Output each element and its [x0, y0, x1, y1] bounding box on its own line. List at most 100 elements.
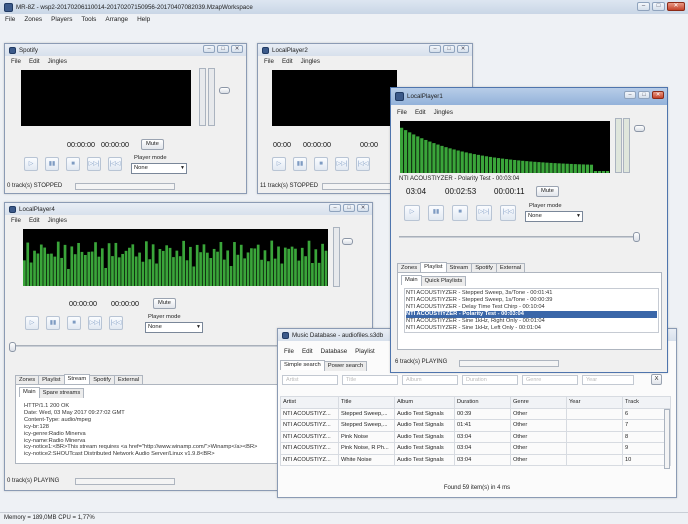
progress-bar[interactable]: [459, 360, 559, 367]
filter-title[interactable]: Title: [342, 375, 398, 385]
pause-button[interactable]: ▮▮: [45, 157, 59, 171]
stop-button[interactable]: ■: [67, 316, 81, 330]
tab-power-search[interactable]: Power search: [323, 361, 368, 371]
minimize-button[interactable]: –: [624, 91, 636, 99]
playlist-item[interactable]: NTI ACOUSTIYZER - Sine 1kHz, Left Only -…: [406, 325, 657, 332]
menu-file[interactable]: File: [264, 58, 274, 65]
table-row[interactable]: NTI ACOUSTIYZ... Pink Noise, R Ph... Audio…: [280, 442, 671, 455]
clear-filters-button[interactable]: X: [651, 374, 662, 385]
close-button[interactable]: ✕: [667, 2, 685, 11]
menu-help[interactable]: Help: [137, 16, 150, 23]
balance-slider[interactable]: [208, 68, 215, 126]
filter-artist[interactable]: Artist: [282, 375, 338, 385]
progress-bar[interactable]: [75, 183, 175, 190]
next-button[interactable]: ▷▷|: [335, 157, 349, 171]
subtab-quick-playlists[interactable]: Quick Playlists: [420, 276, 467, 286]
table-row[interactable]: NTI ACOUSTIYZ... Stepped Sweep,... Audio T…: [280, 407, 671, 420]
menu-jingles[interactable]: Jingles: [48, 58, 67, 65]
prev-button[interactable]: |◁◁: [356, 157, 370, 171]
maximize-button[interactable]: □: [343, 204, 355, 212]
minimize-button[interactable]: –: [329, 204, 341, 212]
table-scrollbar[interactable]: [664, 409, 670, 469]
table-row[interactable]: NTI ACOUSTIYZ... White Noise Audio Test Si…: [280, 453, 671, 466]
minimize-button[interactable]: –: [637, 2, 650, 11]
table-row[interactable]: NTI ACOUSTIYZ... Stepped Sweep,... Audio T…: [280, 419, 671, 432]
seek-knob[interactable]: [9, 342, 16, 352]
stop-button[interactable]: ■: [66, 157, 80, 171]
filter-year[interactable]: Year: [582, 375, 634, 385]
menu-edit[interactable]: Edit: [29, 217, 40, 224]
player-mode-select[interactable]: None ▼: [131, 163, 187, 174]
play-button[interactable]: ▷: [24, 157, 38, 171]
stop-button[interactable]: ■: [452, 205, 468, 221]
pause-button[interactable]: ▮▮: [428, 205, 444, 221]
progress-bar[interactable]: [322, 183, 392, 190]
col-title[interactable]: Title: [338, 396, 395, 409]
tab-simple-search[interactable]: Simple search: [280, 360, 325, 370]
volume-slider[interactable]: [199, 68, 206, 126]
tab-stream[interactable]: Stream: [63, 374, 91, 384]
playlist-item[interactable]: NTI ACOUSTIYZER - Stepped Sweep, 1s/Tone…: [406, 297, 657, 304]
seek-knob[interactable]: [633, 232, 640, 242]
prev-button[interactable]: |◁◁: [108, 157, 122, 171]
maximize-button[interactable]: □: [217, 45, 229, 53]
table-row[interactable]: NTI ACOUSTIYZ... Pink Noise Audio Test Sig…: [280, 430, 671, 443]
menu-database[interactable]: Database: [321, 348, 348, 355]
close-button[interactable]: ✕: [357, 204, 369, 212]
stop-button[interactable]: ■: [314, 157, 328, 171]
next-button[interactable]: ▷▷|: [88, 316, 102, 330]
play-button[interactable]: ▷: [404, 205, 420, 221]
menu-file[interactable]: File: [397, 109, 407, 116]
subtab-main[interactable]: Main: [19, 387, 40, 397]
col-year[interactable]: Year: [566, 396, 623, 409]
minimize-button[interactable]: –: [429, 45, 441, 53]
menu-jingles[interactable]: Jingles: [301, 58, 320, 65]
progress-bar[interactable]: [75, 478, 175, 485]
play-button[interactable]: ▷: [272, 157, 286, 171]
play-button[interactable]: ▷: [25, 316, 39, 330]
balance-slider[interactable]: [623, 118, 630, 173]
volume-slider[interactable]: [333, 227, 340, 287]
playlist-item[interactable]: NTI ACOUSTIYZER - Stepped Sweep, 3s/Tone…: [406, 290, 657, 297]
mute-button[interactable]: Mute: [153, 298, 176, 309]
filter-album[interactable]: Album: [402, 375, 458, 385]
menu-edit[interactable]: Edit: [302, 348, 313, 355]
filter-duration[interactable]: Duration: [462, 375, 518, 385]
volume-knob[interactable]: [342, 238, 353, 245]
volume-knob[interactable]: [634, 125, 645, 132]
playlist-item-current[interactable]: NTI ACOUSTIYZER - Polarity Test - 00:03:…: [406, 310, 657, 318]
menu-zones[interactable]: Zones: [24, 16, 42, 23]
subtab-spare-streams[interactable]: Spare streams: [38, 388, 85, 398]
menu-file[interactable]: File: [11, 217, 21, 224]
close-button[interactable]: ✕: [652, 91, 664, 99]
menu-jingles[interactable]: Jingles: [48, 217, 67, 224]
col-album[interactable]: Album: [394, 396, 455, 409]
minimize-button[interactable]: –: [203, 45, 215, 53]
menu-file[interactable]: File: [11, 58, 21, 65]
next-button[interactable]: ▷▷|: [87, 157, 101, 171]
playlist-item[interactable]: NTI ACOUSTIYZER - Sine 1kHz, Right Only …: [406, 318, 657, 325]
menu-file[interactable]: File: [284, 348, 294, 355]
col-genre[interactable]: Genre: [510, 396, 567, 409]
playlist-item[interactable]: NTI ACOUSTIYZER - Delay Time Test Chirp …: [406, 304, 657, 311]
maximize-button[interactable]: □: [443, 45, 455, 53]
maximize-button[interactable]: □: [638, 91, 650, 99]
seek-slider[interactable]: [399, 236, 639, 238]
seek-slider[interactable]: [11, 345, 281, 347]
player-mode-select[interactable]: None ▼: [145, 322, 203, 333]
menu-edit[interactable]: Edit: [415, 109, 426, 116]
pause-button[interactable]: ▮▮: [293, 157, 307, 171]
prev-button[interactable]: |◁◁: [109, 316, 123, 330]
mute-button[interactable]: Mute: [141, 139, 164, 150]
menu-jingles[interactable]: Jingles: [434, 109, 453, 116]
col-artist[interactable]: Artist: [280, 396, 339, 409]
menu-tools[interactable]: Tools: [81, 16, 96, 23]
menu-file[interactable]: File: [5, 16, 15, 23]
maximize-button[interactable]: □: [652, 2, 665, 11]
close-button[interactable]: ✕: [457, 45, 469, 53]
menu-playlist[interactable]: Playlist: [355, 348, 375, 355]
menu-arrange[interactable]: Arrange: [105, 16, 128, 23]
col-track[interactable]: Track: [622, 396, 671, 409]
close-button[interactable]: ✕: [231, 45, 243, 53]
pause-button[interactable]: ▮▮: [46, 316, 60, 330]
